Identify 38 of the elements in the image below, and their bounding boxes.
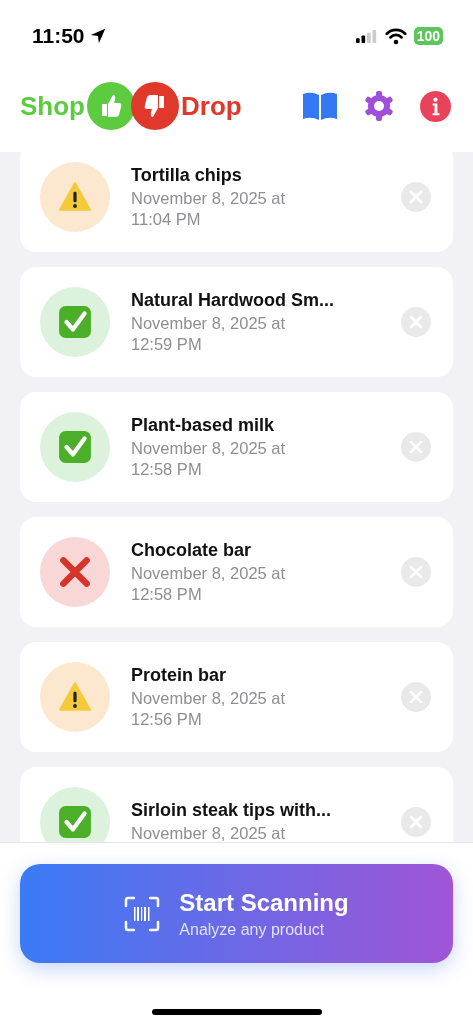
scan-date: November 8, 2025 at 11:04 PM [131, 188, 287, 229]
history-card[interactable]: Natural Hardwood Sm... November 8, 2025 at 12:59 PM [20, 267, 453, 377]
info-icon[interactable] [420, 90, 451, 122]
warning-icon [58, 680, 92, 714]
cross-mark-icon [58, 555, 92, 589]
history-card[interactable]: Sirloin steak tips with... November 8, 2025 at [20, 767, 453, 842]
thumbs-down-icon [131, 82, 179, 130]
scan-date: November 8, 2025 at 12:56 PM [131, 688, 287, 729]
wifi-icon [384, 27, 407, 45]
battery-level: 100 [413, 27, 443, 45]
signal-icon [355, 29, 378, 43]
history-card[interactable]: Plant-based milk November 8, 2025 at 12:58 PM [20, 392, 453, 502]
scan-date: November 8, 2025 at 12:58 PM [131, 438, 287, 479]
scan-date: November 8, 2025 at [131, 823, 287, 842]
warning-icon [58, 180, 92, 214]
home-indicator[interactable] [151, 1009, 322, 1015]
book-icon[interactable] [302, 91, 338, 121]
barcode-scan-icon [124, 895, 161, 932]
thumbs-up-icon [87, 82, 135, 130]
check-mark-icon [58, 305, 92, 339]
product-name: Protein bar [131, 665, 228, 687]
history-card[interactable]: Chocolate bar November 8, 2025 at 12:58 PM [20, 517, 453, 627]
check-mark-icon [58, 430, 92, 464]
scan-date: November 8, 2025 at 12:59 PM [131, 313, 287, 354]
history-card[interactable]: Tortilla chips November 8, 2025 at 11:04 PM [20, 152, 453, 252]
clock-time: 11:50 [32, 24, 85, 48]
product-name: Tortilla chips [131, 165, 243, 187]
product-name: Natural Hardwood Sm... [131, 290, 336, 312]
product-name: Chocolate bar [131, 540, 253, 562]
product-name: Plant-based milk [131, 415, 276, 437]
settings-icon[interactable] [363, 90, 395, 122]
check-mark-icon [58, 805, 92, 839]
brand-word: Shop [20, 90, 85, 122]
product-name: Sirloin steak tips with... [131, 800, 333, 822]
history-card[interactable]: Protein bar November 8, 2025 at 12:56 PM [20, 642, 453, 752]
brand-word: Drop [181, 90, 242, 122]
start-scanning-button[interactable]: Start Scanning Analyze any product [20, 864, 453, 963]
scan-date: November 8, 2025 at 12:58 PM [131, 563, 287, 604]
